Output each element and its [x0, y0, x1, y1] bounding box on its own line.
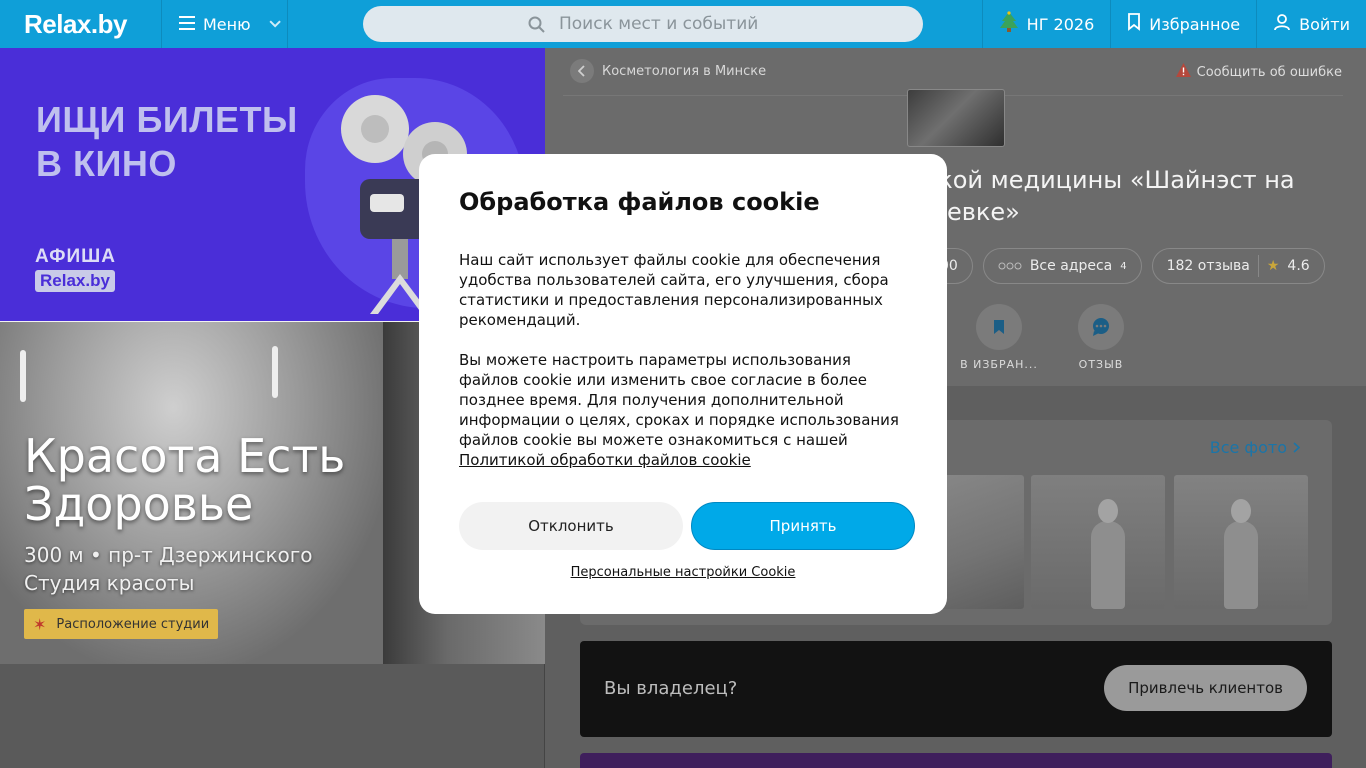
bookmark-filled-icon — [976, 304, 1022, 350]
personal-cookie-settings-link[interactable]: Персональные настройки Cookie — [419, 565, 947, 580]
studio-badge-label: Расположение студии — [56, 616, 210, 632]
menu-button[interactable]: Меню — [162, 0, 288, 48]
place-logo-thumbnail[interactable] — [907, 89, 1005, 147]
owner-question: Вы владелец? — [604, 678, 738, 699]
new-year-link[interactable]: НГ 2026 — [981, 0, 1111, 48]
gallery-photo[interactable] — [1174, 475, 1308, 609]
chat-icon — [1078, 304, 1124, 350]
cookie-paragraph-2: Вы можете настроить параметры использова… — [459, 350, 909, 470]
breadcrumb-label[interactable]: Косметология в Минске — [602, 64, 766, 79]
review-action[interactable]: ОТЗЫВ — [1062, 304, 1140, 371]
all-photos-link[interactable]: Все фото — [1209, 438, 1301, 457]
left-column-empty — [0, 664, 545, 768]
afisha-label: АФИША — [35, 246, 116, 267]
top-header: Relax.by Меню Поиск мест и событий НГ 20… — [0, 0, 1366, 48]
place-actions: В ИЗБРАН... ОТЗЫВ — [960, 304, 1140, 371]
hamburger-icon — [179, 15, 195, 34]
banner-title-line2: В КИНО — [36, 143, 177, 184]
report-error-label[interactable]: Сообщить об ошибке — [1197, 65, 1342, 80]
wall-lamp-left — [20, 350, 26, 402]
accept-button[interactable]: Принять — [691, 502, 915, 550]
bookmark-icon — [1127, 13, 1141, 35]
cookie-dialog-body: Наш сайт использует файлы cookie для обе… — [459, 250, 909, 470]
afisha-logo: АФИША Relax.by — [35, 246, 116, 292]
favorites-label: Избранное — [1149, 14, 1241, 34]
warning-icon — [1175, 63, 1191, 81]
place-pills: 00 Все адреса 4 182 отзыва ★ 4.6 — [925, 248, 1325, 284]
new-year-label: НГ 2026 — [1026, 14, 1095, 34]
search-placeholder: Поиск мест и событий — [559, 14, 759, 34]
search-icon — [528, 16, 545, 33]
studio-title: Красота Есть Здоровье — [24, 432, 345, 528]
studio-location-badge[interactable]: ✶ Расположение студии — [24, 609, 219, 639]
promo-strip — [580, 753, 1332, 768]
login-label: Войти — [1299, 14, 1350, 34]
menu-label: Меню — [203, 14, 251, 34]
login-link[interactable]: Войти — [1256, 0, 1366, 48]
back-arrow-icon[interactable] — [570, 59, 594, 83]
christmas-tree-icon — [999, 11, 1019, 37]
pill-separator — [1257, 255, 1259, 277]
search-input[interactable]: Поиск мест и событий — [363, 6, 923, 42]
dots-icon — [998, 258, 1022, 274]
cookie-dialog-title: Обработка файлов cookie — [459, 188, 820, 216]
chevron-down-icon — [269, 16, 281, 28]
place-title: ской медицины «Шайнэст на шевке» — [925, 166, 1295, 226]
studio-address: 300 м • пр-т Дзержинского — [24, 543, 313, 567]
favorites-action-label: В ИЗБРАН... — [960, 358, 1038, 371]
cookie-paragraph-1: Наш сайт использует файлы cookie для обе… — [459, 251, 889, 329]
wall-lamp-right — [272, 346, 278, 398]
user-icon — [1273, 13, 1291, 35]
attract-clients-button[interactable]: Привлечь клиентов — [1104, 665, 1307, 711]
studio-category: Студия красоты — [24, 571, 195, 595]
cookie-dialog: Обработка файлов cookie Наш сайт использ… — [419, 154, 947, 614]
studio-title-line1: Красота Есть — [24, 429, 346, 483]
banner-title-line1: ИЩИ БИЛЕТЫ — [36, 99, 298, 140]
all-photos-label: Все фото — [1209, 438, 1287, 457]
reviews-rating-pill[interactable]: 182 отзыва ★ 4.6 — [1151, 248, 1325, 284]
reviews-count: 182 отзыва — [1166, 258, 1250, 274]
favorites-action[interactable]: В ИЗБРАН... — [960, 304, 1038, 371]
banner-title: ИЩИ БИЛЕТЫ В КИНО — [36, 98, 298, 186]
relax-logo[interactable]: Relax.by — [0, 0, 162, 48]
all-addresses-label: Все адреса — [1029, 258, 1113, 274]
studio-subtitle: 300 м • пр-т Дзержинского Студия красоты — [24, 541, 313, 597]
review-action-label: ОТЗЫВ — [1078, 358, 1124, 371]
addresses-count: 4 — [1120, 260, 1127, 272]
favorites-link[interactable]: Избранное — [1110, 0, 1256, 48]
studio-title-line2: Здоровье — [24, 477, 254, 531]
cookie-policy-link[interactable]: Политикой обработки файлов cookie — [459, 451, 751, 469]
report-error-link[interactable]: Сообщить об ошибке — [1175, 63, 1342, 81]
afisha-relax-logo: Relax.by — [35, 270, 115, 292]
owner-card: Вы владелец? Привлечь клиентов — [580, 641, 1332, 737]
breadcrumb[interactable]: Косметология в Минске — [570, 59, 766, 83]
rating-value: 4.6 — [1287, 258, 1310, 274]
all-addresses-pill[interactable]: Все адреса 4 — [982, 248, 1142, 284]
gallery-photo[interactable] — [1031, 475, 1165, 609]
cookie-paragraph-2-text: Вы можете настроить параметры использова… — [459, 351, 899, 449]
decline-button[interactable]: Отклонить — [459, 502, 683, 550]
star-icon: ✶ — [33, 614, 47, 634]
photo-person — [1091, 499, 1125, 609]
rating-star-icon: ★ — [1266, 258, 1280, 274]
photo-person — [1224, 499, 1258, 609]
chevron-right-icon — [1293, 438, 1301, 457]
